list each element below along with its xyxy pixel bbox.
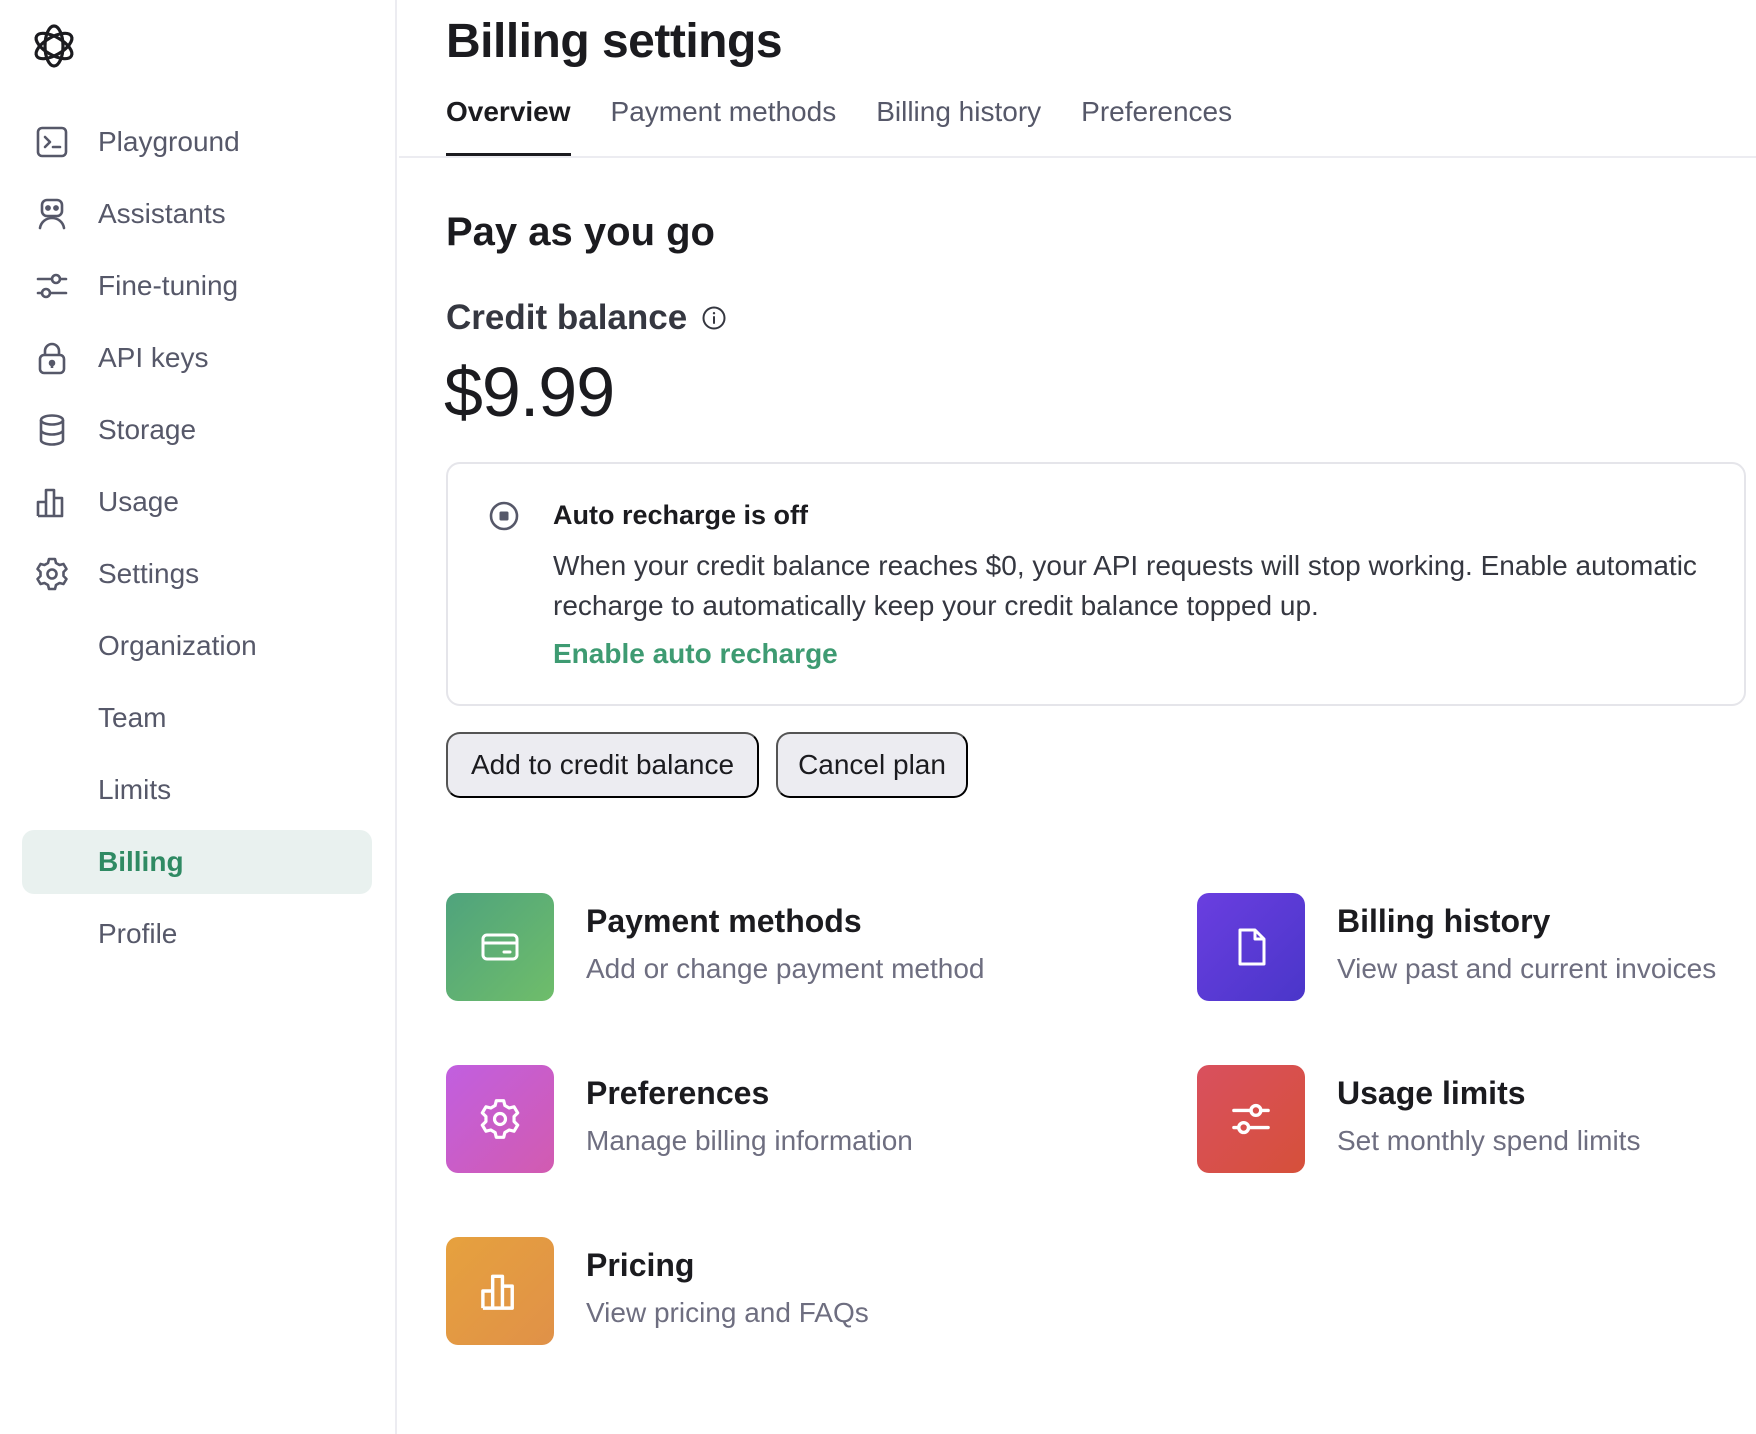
- sliders-icon: [1232, 1103, 1270, 1135]
- sidebar-item-team[interactable]: Team: [22, 686, 372, 750]
- auto-recharge-description: When your credit balance reaches $0, you…: [553, 550, 1697, 621]
- tab-billing-history[interactable]: Billing history: [876, 90, 1041, 156]
- sidebar-nav: Playground Assistants Fine-tuning API ke…: [22, 110, 372, 974]
- stop-circle-icon: [489, 501, 519, 531]
- sidebar-item-label: Storage: [98, 414, 197, 445]
- card-subtitle: Set monthly spend limits: [1337, 1125, 1641, 1156]
- robot-icon: [38, 198, 66, 230]
- card-subtitle: View past and current invoices: [1337, 953, 1717, 984]
- sidebar-item-label: Usage: [98, 486, 179, 517]
- auto-recharge-panel: Auto recharge is off When your credit ba…: [446, 462, 1746, 706]
- sidebar-item-label: Billing: [98, 846, 184, 877]
- main-content: Billing settings Overview Payment method…: [399, 0, 1756, 1434]
- card-pricing[interactable]: Pricing View pricing and FAQs: [446, 1237, 1066, 1347]
- sidebar-item-label: Assistants: [98, 198, 226, 229]
- tab-preferences[interactable]: Preferences: [1081, 90, 1232, 156]
- tab-bar: Overview Payment methods Billing history…: [446, 90, 1272, 156]
- sidebar-item-label: API keys: [98, 342, 209, 373]
- sidebar-item-label: Organization: [98, 630, 257, 661]
- enable-auto-recharge-link[interactable]: Enable auto recharge: [553, 638, 838, 670]
- plan-title: Pay as you go: [446, 210, 715, 254]
- credit-balance-label: Credit balance: [446, 298, 688, 337]
- bar-chart-icon: [36, 488, 64, 518]
- sidebar-item-label: Limits: [98, 774, 172, 805]
- sliders-icon: [36, 273, 68, 299]
- cancel-plan-button[interactable]: Cancel plan: [776, 732, 968, 798]
- sidebar-item-assistants[interactable]: Assistants: [22, 182, 372, 246]
- sidebar-item-label: Team: [98, 702, 167, 733]
- sidebar-item-profile[interactable]: Profile: [22, 902, 372, 966]
- sidebar-item-label: Profile: [98, 918, 178, 949]
- sidebar-item-billing[interactable]: Billing: [22, 830, 372, 894]
- card-icon-bg: [1197, 1065, 1305, 1173]
- auto-recharge-title: Auto recharge is off: [553, 500, 809, 530]
- card-title: Preferences: [586, 1075, 770, 1111]
- card-title: Pricing: [586, 1247, 695, 1283]
- gear-icon: [480, 1099, 520, 1139]
- card-preferences[interactable]: Preferences Manage billing information: [446, 1065, 1066, 1175]
- card-title: Usage limits: [1337, 1075, 1526, 1111]
- card-title: Payment methods: [586, 903, 862, 939]
- card-subtitle: Add or change payment method: [586, 953, 985, 984]
- sidebar-item-api-keys[interactable]: API keys: [22, 326, 372, 390]
- lock-icon: [38, 342, 66, 375]
- database-icon: [39, 414, 65, 446]
- card-usage-limits[interactable]: Usage limits Set monthly spend limits: [1197, 1065, 1756, 1175]
- credit-balance-heading: Credit balance: [446, 298, 727, 338]
- sidebar: Playground Assistants Fine-tuning API ke…: [0, 0, 397, 1434]
- card-subtitle: Manage billing information: [586, 1125, 913, 1156]
- sidebar-item-settings[interactable]: Settings: [22, 542, 372, 606]
- tab-payment-methods[interactable]: Payment methods: [611, 90, 837, 156]
- card-billing-history[interactable]: Billing history View past and current in…: [1197, 893, 1756, 1003]
- card-title: Billing history: [1337, 903, 1551, 939]
- sidebar-item-organization[interactable]: Organization: [22, 614, 372, 678]
- card-icon-bg: [446, 1065, 554, 1173]
- card-icon-bg: [446, 1237, 554, 1345]
- credit-balance-amount: $9.99: [444, 353, 615, 431]
- sidebar-item-label: Settings: [98, 558, 200, 589]
- credit-card-icon: [481, 933, 519, 961]
- openai-logo[interactable]: [26, 18, 82, 74]
- sidebar-item-label: Fine-tuning: [98, 270, 239, 301]
- card-icon-bg: [1197, 893, 1305, 1001]
- card-payment-methods[interactable]: Payment methods Add or change payment me…: [446, 893, 1066, 1003]
- sidebar-item-playground[interactable]: Playground: [22, 110, 372, 174]
- card-icon-bg: [446, 893, 554, 1001]
- sidebar-item-label: Playground: [98, 126, 240, 157]
- sidebar-item-storage[interactable]: Storage: [22, 398, 372, 462]
- page-title: Billing settings: [446, 15, 783, 68]
- add-credit-button[interactable]: Add to credit balance: [446, 732, 759, 798]
- tabs-divider: [399, 156, 1756, 158]
- sidebar-item-usage[interactable]: Usage: [22, 470, 372, 534]
- document-icon: [1238, 928, 1266, 966]
- sidebar-item-limits[interactable]: Limits: [22, 758, 372, 822]
- tab-overview[interactable]: Overview: [446, 90, 571, 156]
- card-subtitle: View pricing and FAQs: [586, 1297, 869, 1328]
- gear-icon: [36, 557, 68, 591]
- terminal-icon: [36, 126, 68, 158]
- sidebar-item-fine-tuning[interactable]: Fine-tuning: [22, 254, 372, 318]
- bar-chart-icon: [481, 1274, 514, 1310]
- info-icon[interactable]: [701, 305, 727, 331]
